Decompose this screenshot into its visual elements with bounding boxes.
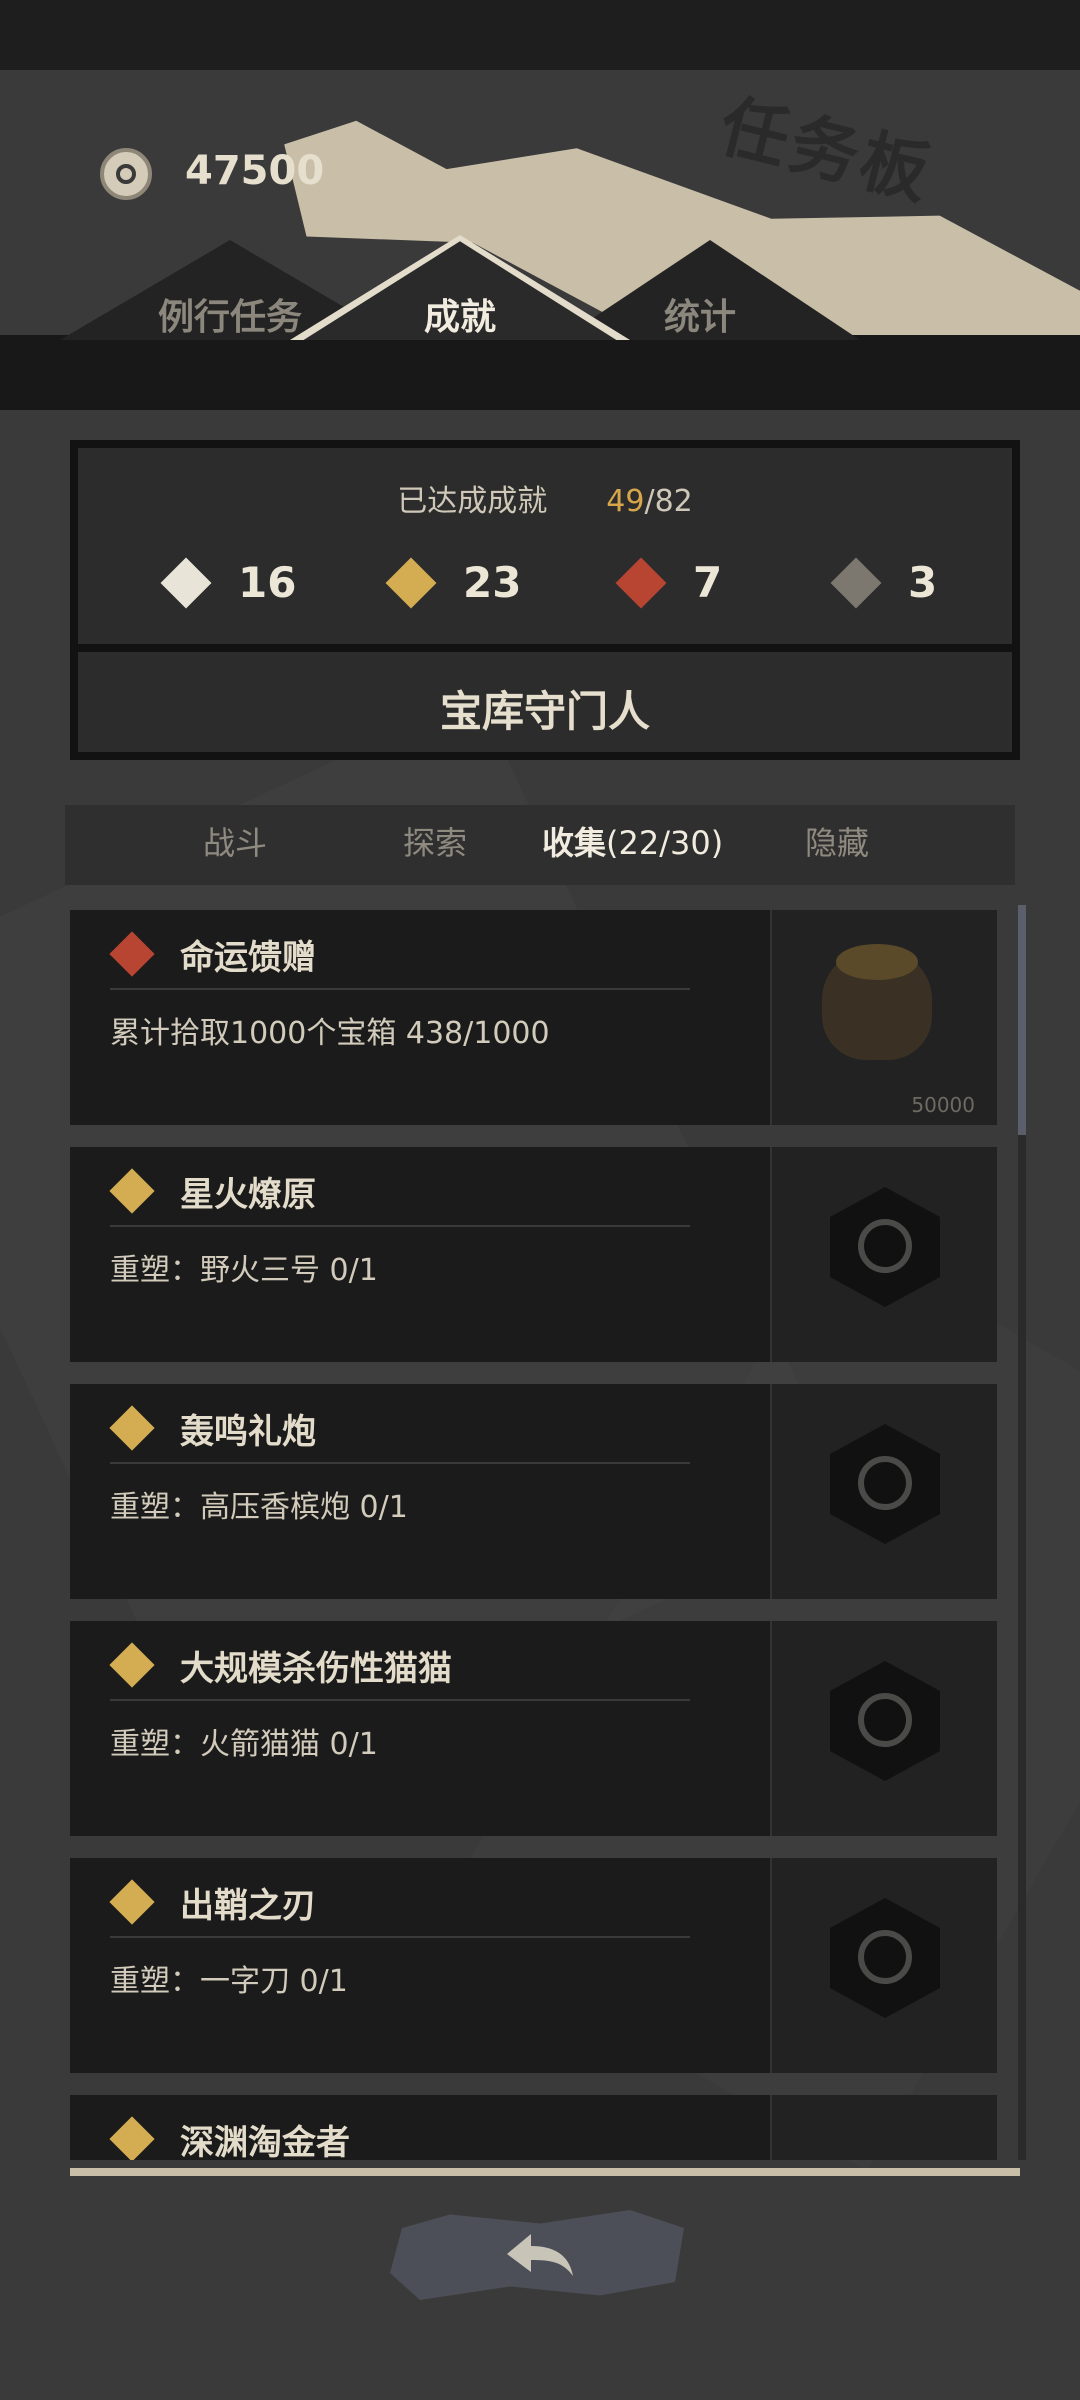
divider: [110, 1225, 690, 1227]
list-item[interactable]: 深渊淘金者: [70, 2095, 997, 2160]
achievement-title: 轰鸣礼炮: [180, 1412, 316, 1452]
locked-emblem-icon: [830, 1898, 940, 2018]
category-combat-label: 战斗: [203, 824, 268, 862]
tab-achievements[interactable]: 成就: [350, 270, 570, 350]
divider: [110, 1462, 690, 1464]
scroll-thumb[interactable]: [1018, 905, 1026, 1135]
category-collect-count: (22/30): [606, 824, 724, 862]
achieved-count: 已达成成就 49/82: [78, 476, 1012, 520]
category-collect-label: 收集: [542, 824, 607, 862]
page-title: 任务板: [711, 86, 941, 216]
category-hidden[interactable]: 隐藏: [805, 818, 869, 864]
list-item[interactable]: 轰鸣礼炮 重塑：高压香槟炮 0/1: [70, 1384, 997, 1599]
white-diamond-icon: [160, 557, 212, 608]
tab-statistics[interactable]: 统计: [590, 270, 810, 350]
top-bar: [0, 0, 1080, 70]
achieved-number: 49: [606, 484, 645, 519]
achievement-desc: 重塑：高压香槟炮 0/1: [110, 1490, 408, 1525]
coin-icon: [100, 148, 152, 200]
reward-slot[interactable]: [770, 1384, 997, 1599]
divider: [110, 1936, 690, 1938]
achievement-title: 出鞘之刃: [180, 1886, 316, 1926]
list-bottom-edge: [70, 2168, 1020, 2176]
locked-emblem-icon: [830, 1424, 940, 1544]
category-collect[interactable]: 收集(22/30): [542, 818, 723, 864]
list-item[interactable]: 命运馈赠 累计拾取1000个宝箱 438/1000 50000: [70, 910, 997, 1125]
hidden-diamond-icon: [830, 557, 882, 608]
category-explore[interactable]: 探索: [403, 818, 467, 864]
divider: [110, 1699, 690, 1701]
stat-white: 16: [160, 557, 297, 608]
locked-emblem-icon: [830, 1661, 940, 1781]
gold-diamond-icon: [385, 557, 437, 608]
achievement-desc: 累计拾取1000个宝箱 438/1000: [110, 1016, 550, 1051]
stat-hidden-value: 3: [908, 558, 938, 607]
stat-gold-value: 23: [463, 558, 522, 607]
category-explore-label: 探索: [403, 824, 468, 862]
stat-hidden: 3: [830, 557, 938, 608]
achieved-label: 已达成成就: [397, 484, 548, 519]
list-item[interactable]: 星火燎原 重塑：野火三号 0/1: [70, 1147, 997, 1362]
currency-value: 47500: [185, 148, 325, 194]
stat-red-value: 7: [693, 558, 723, 607]
achievement-summary: 已达成成就 49/82 16 23 7 3 宝库守门人: [70, 440, 1020, 760]
current-title: 宝库守门人: [439, 687, 650, 736]
achievement-desc: 重塑：一字刀 0/1: [110, 1964, 348, 1999]
list-item[interactable]: 大规模杀伤性猫猫 重塑：火箭猫猫 0/1: [70, 1621, 997, 1836]
stat-red: 7: [615, 557, 723, 608]
gold-diamond-icon: [109, 2116, 155, 2160]
achievement-title: 星火燎原: [180, 1175, 316, 1215]
back-arrow-icon: [507, 2234, 573, 2276]
tab-routine-tasks[interactable]: 例行任务: [120, 270, 340, 350]
achievement-list[interactable]: 命运馈赠 累计拾取1000个宝箱 438/1000 50000 星火燎原 重塑：…: [70, 905, 1000, 2160]
achievement-title: 深渊淘金者: [180, 2123, 350, 2160]
red-diamond-icon: [109, 931, 155, 977]
achievement-title: 大规模杀伤性猫猫: [180, 1649, 452, 1689]
summary-divider: [78, 644, 1012, 652]
gold-diamond-icon: [109, 1642, 155, 1688]
stat-white-value: 16: [238, 558, 297, 607]
reward-slot[interactable]: [770, 2095, 997, 2160]
reward-amount: 50000: [911, 1093, 975, 1117]
achieved-separator: /: [644, 484, 655, 519]
gold-diamond-icon: [109, 1879, 155, 1925]
category-hidden-label: 隐藏: [805, 824, 870, 862]
achievement-desc: 重塑：火箭猫猫 0/1: [110, 1727, 378, 1762]
stat-gold: 23: [385, 557, 522, 608]
reward-slot[interactable]: 50000: [770, 910, 997, 1125]
reward-slot[interactable]: [770, 1621, 997, 1836]
divider: [110, 988, 690, 990]
total-number: 82: [654, 484, 693, 519]
achievement-title: 命运馈赠: [180, 938, 316, 978]
red-diamond-icon: [615, 557, 667, 608]
gold-bag-icon: [822, 944, 932, 1060]
reward-slot[interactable]: [770, 1858, 997, 2073]
locked-emblem-icon: [830, 1187, 940, 1307]
category-combat[interactable]: 战斗: [203, 818, 267, 864]
reward-slot[interactable]: [770, 1147, 997, 1362]
achievement-desc: 重塑：野火三号 0/1: [110, 1253, 378, 1288]
gold-diamond-icon: [109, 1405, 155, 1451]
gold-diamond-icon: [109, 1168, 155, 1214]
scrollbar[interactable]: [1018, 905, 1026, 2160]
list-item[interactable]: 出鞘之刃 重塑：一字刀 0/1: [70, 1858, 997, 2073]
